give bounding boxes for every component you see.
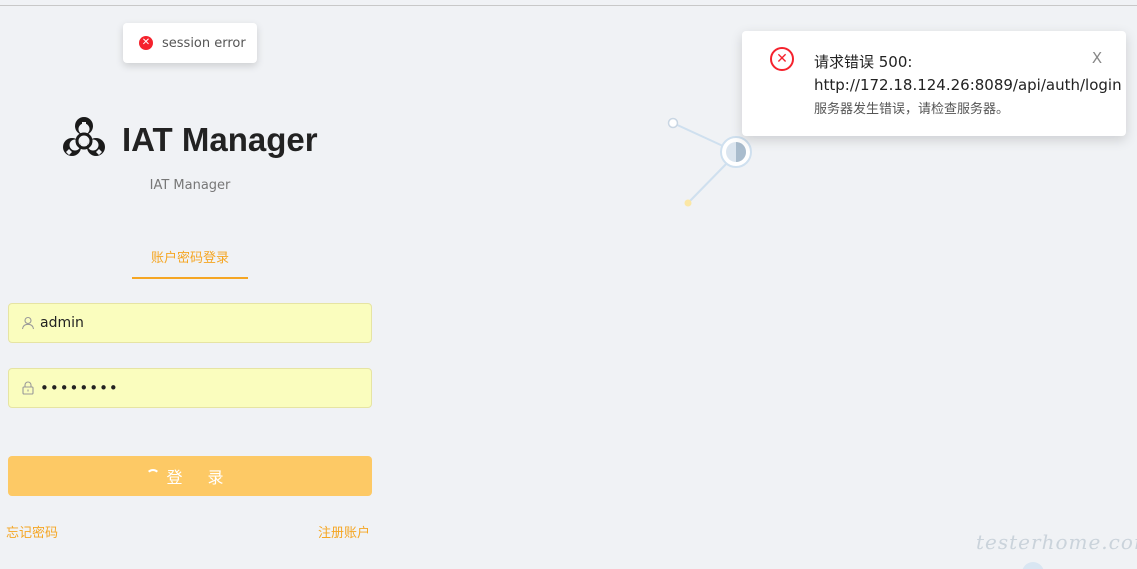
notification-url: http://172.18.124.26:8089/api/auth/login	[814, 76, 1122, 94]
app-subtitle: IAT Manager	[149, 178, 231, 193]
app-name: IAT Manager	[122, 121, 318, 158]
biohazard-icon	[63, 117, 105, 156]
login-button-label: 登 录	[166, 468, 234, 487]
watermark: testerhome.com	[976, 530, 1137, 554]
login-button[interactable]: 登 录	[8, 456, 372, 496]
register-account-link[interactable]: 注册账户	[318, 522, 370, 541]
toast-message: session error	[162, 35, 246, 51]
forgot-password-link[interactable]: 忘记密码	[6, 522, 58, 541]
username-field[interactable]: admin	[8, 303, 372, 343]
notification-description: 服务器发生错误，请检查服务器。	[814, 102, 1010, 117]
close-circle-icon: ✕	[139, 36, 153, 50]
lock-icon	[22, 381, 34, 395]
password-value: ••••••••	[40, 379, 119, 397]
top-border	[0, 0, 1137, 6]
username-value: admin	[40, 315, 84, 331]
user-icon	[21, 316, 35, 330]
decorative-circle	[1022, 562, 1044, 569]
password-field[interactable]: ••••••••	[8, 368, 372, 408]
session-error-toast: ✕ session error	[123, 23, 257, 63]
notification-close-button[interactable]: X	[1090, 49, 1104, 67]
loading-spinner-icon	[146, 469, 161, 483]
brand-header: IAT Manager	[60, 116, 318, 164]
close-circle-outline-icon: ✕	[770, 47, 794, 71]
tab-account-password-login[interactable]: 账户密码登录	[132, 249, 248, 279]
notification-title: 请求错误 500:	[814, 53, 913, 71]
error-notification: ✕ 请求错误 500: http://172.18.124.26:8089/ap…	[742, 31, 1126, 136]
